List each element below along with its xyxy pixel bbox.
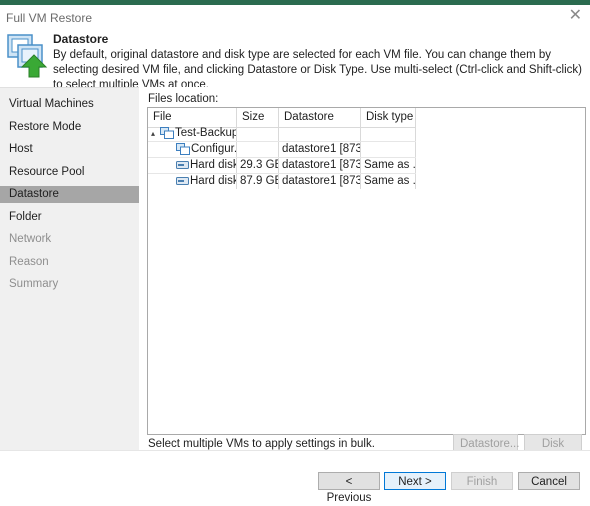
- close-icon[interactable]: ✕: [569, 8, 582, 24]
- file-name: Configur...: [191, 143, 237, 155]
- vm-restore-icon: [7, 34, 48, 78]
- disk-type-cell: [361, 142, 416, 157]
- column-header-disk-type[interactable]: Disk type: [361, 108, 416, 127]
- files-location-label: Files location:: [148, 93, 219, 105]
- sidebar-item-virtual-machines[interactable]: Virtual Machines: [0, 96, 139, 113]
- datastore-cell: datastore1 [873 ...: [279, 158, 361, 173]
- vm-icon: [160, 126, 175, 139]
- table-row[interactable]: ▴ Test-Backup...: [148, 126, 416, 141]
- finish-button[interactable]: Finish: [451, 472, 513, 490]
- bulk-hint: Select multiple VMs to apply settings in…: [148, 438, 375, 450]
- size-cell: [237, 126, 279, 141]
- size-cell: 87.9 GB: [237, 174, 279, 189]
- config-file-icon: [176, 142, 190, 155]
- sidebar-item-host[interactable]: Host: [0, 141, 139, 158]
- disk-type-cell: Same as ...: [361, 158, 416, 173]
- hard-disk-icon: [176, 176, 189, 185]
- collapse-icon[interactable]: ▴: [151, 129, 155, 138]
- column-header-file[interactable]: File: [148, 108, 237, 127]
- next-button[interactable]: Next >: [384, 472, 446, 490]
- sidebar-item-datastore[interactable]: Datastore: [0, 186, 139, 203]
- size-cell: 29.3 GB: [237, 158, 279, 173]
- datastore-cell: datastore1 [873 ...: [279, 174, 361, 189]
- sidebar-item-network: Network: [9, 233, 52, 245]
- column-header-datastore[interactable]: Datastore: [279, 108, 361, 127]
- datastore-cell: [279, 126, 361, 141]
- datastore-cell: datastore1 [873 ...: [279, 142, 361, 157]
- file-name: Hard disk...: [190, 175, 236, 187]
- wizard-steps-sidebar: Virtual Machines Restore Mode Host Resou…: [0, 87, 139, 451]
- hard-disk-icon: [176, 160, 189, 169]
- file-name: Hard disk...: [190, 159, 236, 171]
- sidebar-item-resource-pool[interactable]: Resource Pool: [0, 164, 139, 181]
- cancel-button[interactable]: Cancel: [518, 472, 580, 490]
- column-header-size[interactable]: Size: [237, 108, 279, 127]
- file-cell: Hard disk...: [148, 174, 237, 189]
- sidebar-item-restore-mode[interactable]: Restore Mode: [0, 119, 139, 136]
- wizard-header: Datastore By default, original datastore…: [0, 29, 590, 91]
- window-title: Full VM Restore: [6, 11, 93, 25]
- previous-button[interactable]: < Previous: [318, 472, 380, 504]
- sidebar-item-reason: Reason: [9, 256, 49, 268]
- table-row[interactable]: Hard disk... 87.9 GB datastore1 [873 ...…: [148, 174, 416, 189]
- table-row[interactable]: Configur... datastore1 [873 ...: [148, 142, 416, 157]
- table-row[interactable]: Hard disk... 29.3 GB datastore1 [873 ...…: [148, 158, 416, 173]
- size-cell: [237, 142, 279, 157]
- files-grid[interactable]: File Size Datastore Disk type ▴ Test-Back…: [147, 107, 586, 435]
- file-name: Test-Backup...: [175, 127, 236, 139]
- disk-type-cell: [361, 126, 416, 141]
- title-bar: Full VM Restore ✕: [0, 5, 590, 29]
- page-title: Datastore: [53, 32, 109, 46]
- disk-type-cell: Same as ...: [361, 174, 416, 189]
- sidebar-item-summary: Summary: [9, 278, 59, 290]
- file-cell: Hard disk...: [148, 158, 237, 173]
- sidebar-item-folder[interactable]: Folder: [0, 209, 139, 226]
- file-cell: ▴ Test-Backup...: [148, 126, 237, 141]
- file-cell: Configur...: [148, 142, 237, 157]
